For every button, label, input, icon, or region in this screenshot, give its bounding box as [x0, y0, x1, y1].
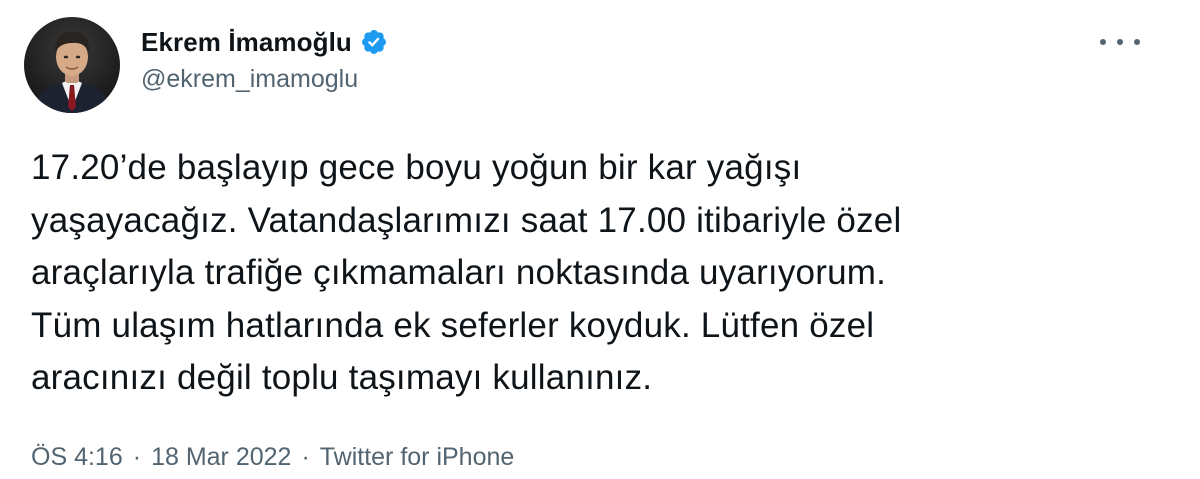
- tweet-source[interactable]: Twitter for iPhone: [320, 443, 515, 472]
- meta-separator: ·: [132, 443, 142, 471]
- user-info: Ekrem İmamoğlu @ekrem_imamoglu: [141, 24, 388, 94]
- more-dot: [1117, 39, 1123, 45]
- more-icon[interactable]: [1100, 30, 1140, 54]
- author-display-name[interactable]: Ekrem İmamoğlu: [141, 27, 352, 58]
- avatar[interactable]: [24, 17, 120, 113]
- verified-badge-icon: [360, 28, 388, 56]
- tweet-time[interactable]: ÖS 4:16: [31, 443, 123, 472]
- author-name-row[interactable]: Ekrem İmamoğlu: [141, 24, 388, 60]
- meta-separator: ·: [301, 443, 310, 471]
- avatar-portrait-image: [24, 17, 120, 113]
- more-dot: [1100, 39, 1106, 45]
- tweet-text: 17.20’de başlayıp gece boyu yoğun bir ka…: [31, 148, 902, 397]
- tweet-card: Ekrem İmamoğlu @ekrem_imamoglu 17.20’de …: [0, 0, 1200, 479]
- more-dot: [1134, 39, 1140, 45]
- tweet-meta: ÖS 4:16 · 18 Mar 2022 · Twitter for iPho…: [31, 443, 514, 472]
- tweet-date[interactable]: 18 Mar 2022: [151, 443, 291, 472]
- author-handle[interactable]: @ekrem_imamoglu: [141, 65, 388, 94]
